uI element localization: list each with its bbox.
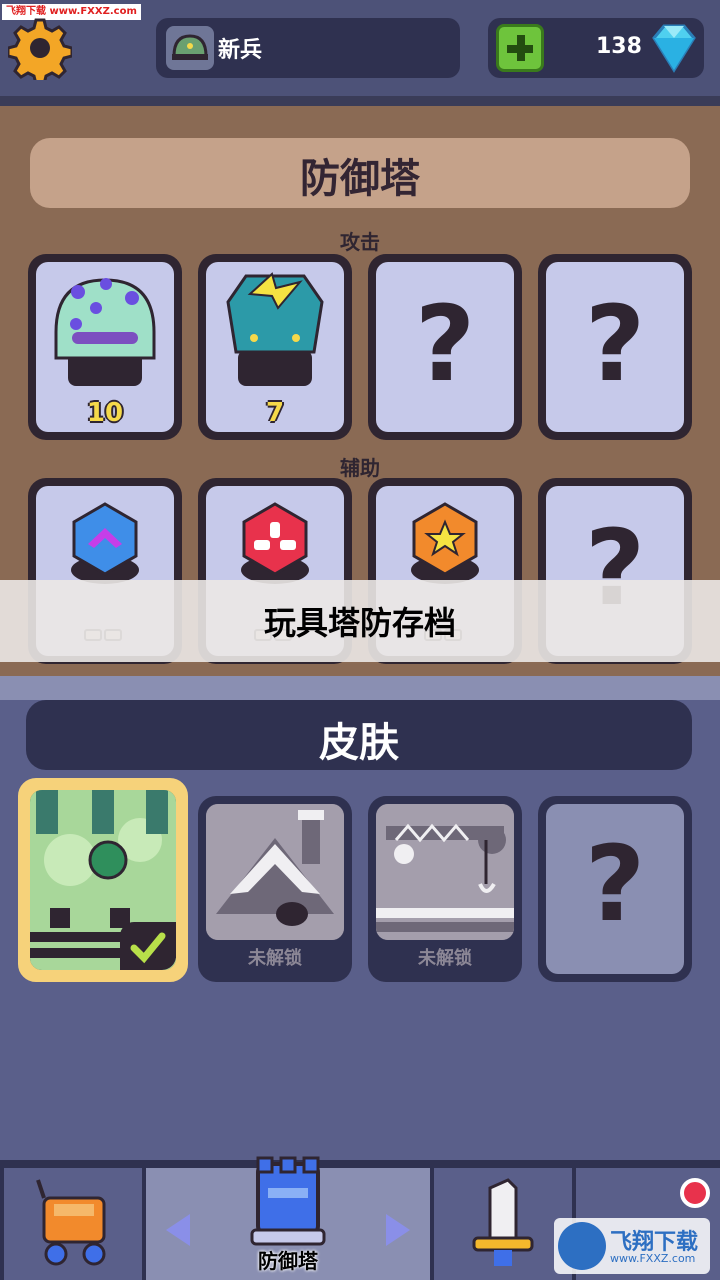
tab-shop[interactable]	[4, 1168, 142, 1280]
tab-towers[interactable]: 防御塔	[146, 1156, 430, 1280]
gem-pill: 138	[488, 18, 704, 78]
snow-house-skin-thumbnail	[206, 804, 344, 940]
arrow-left-icon[interactable]	[166, 1214, 190, 1246]
skin-card-locked[interactable]: 未解锁	[368, 796, 522, 982]
banner-title: 玩具塔防存档	[263, 604, 456, 642]
site-logo-icon	[558, 1222, 606, 1270]
skin-card-selected[interactable]	[18, 778, 188, 982]
watermark-url: www.FXXZ.com	[610, 1252, 696, 1265]
question-mark-icon: ?	[414, 283, 476, 405]
tower-card-locked[interactable]: ?	[368, 254, 522, 440]
question-mark-icon: ?	[584, 283, 646, 405]
section-divider	[0, 676, 720, 700]
tower-icon	[250, 1156, 326, 1246]
rank-pill[interactable]: 新兵	[156, 18, 460, 78]
watermark-bottom: 飞翔下载 www.FXXZ.com	[554, 1218, 710, 1274]
gear-icon[interactable]	[8, 16, 72, 80]
tower-card-poison[interactable]: 10	[28, 254, 182, 440]
support-label: 辅助	[340, 456, 380, 480]
tower-card-lightning[interactable]: 7	[198, 254, 352, 440]
checkmark-icon	[120, 922, 176, 970]
add-gems-button[interactable]	[496, 24, 544, 72]
tower-section-header: 防御塔	[30, 138, 690, 208]
tower-card-locked[interactable]: ?	[538, 254, 692, 440]
skin-card-locked[interactable]: 未解锁	[198, 796, 352, 982]
attack-label: 攻击	[340, 230, 380, 254]
notification-dot	[680, 1178, 710, 1208]
skin-section-header: 皮肤	[26, 700, 692, 770]
tab-heroes[interactable]	[434, 1168, 572, 1280]
skin-card-unknown[interactable]: ?	[538, 796, 692, 982]
crane-skin-thumbnail	[376, 804, 514, 940]
lightning-tower-icon	[226, 272, 324, 386]
cart-icon	[36, 1179, 106, 1266]
sword-icon	[472, 1178, 534, 1266]
tower-section-title: 防御塔	[300, 156, 420, 202]
tower-count: 7	[265, 398, 285, 428]
skin-lock-label: 未解锁	[418, 948, 472, 969]
title-banner: 玩具塔防存档	[0, 580, 720, 662]
arrow-right-icon[interactable]	[386, 1214, 410, 1246]
skin-section-title: 皮肤	[319, 720, 399, 766]
tower-count: 10	[86, 398, 124, 428]
rank-label: 新兵	[218, 38, 263, 63]
question-mark-icon: ?	[584, 823, 646, 945]
tab-towers-label: 防御塔	[258, 1249, 318, 1273]
helmet-icon	[166, 26, 214, 70]
poison-tower-icon	[54, 278, 156, 386]
top-bar-edge	[0, 96, 720, 106]
gem-count: 138	[596, 34, 642, 59]
diamond-icon	[652, 24, 696, 73]
skin-lock-label: 未解锁	[248, 948, 302, 969]
